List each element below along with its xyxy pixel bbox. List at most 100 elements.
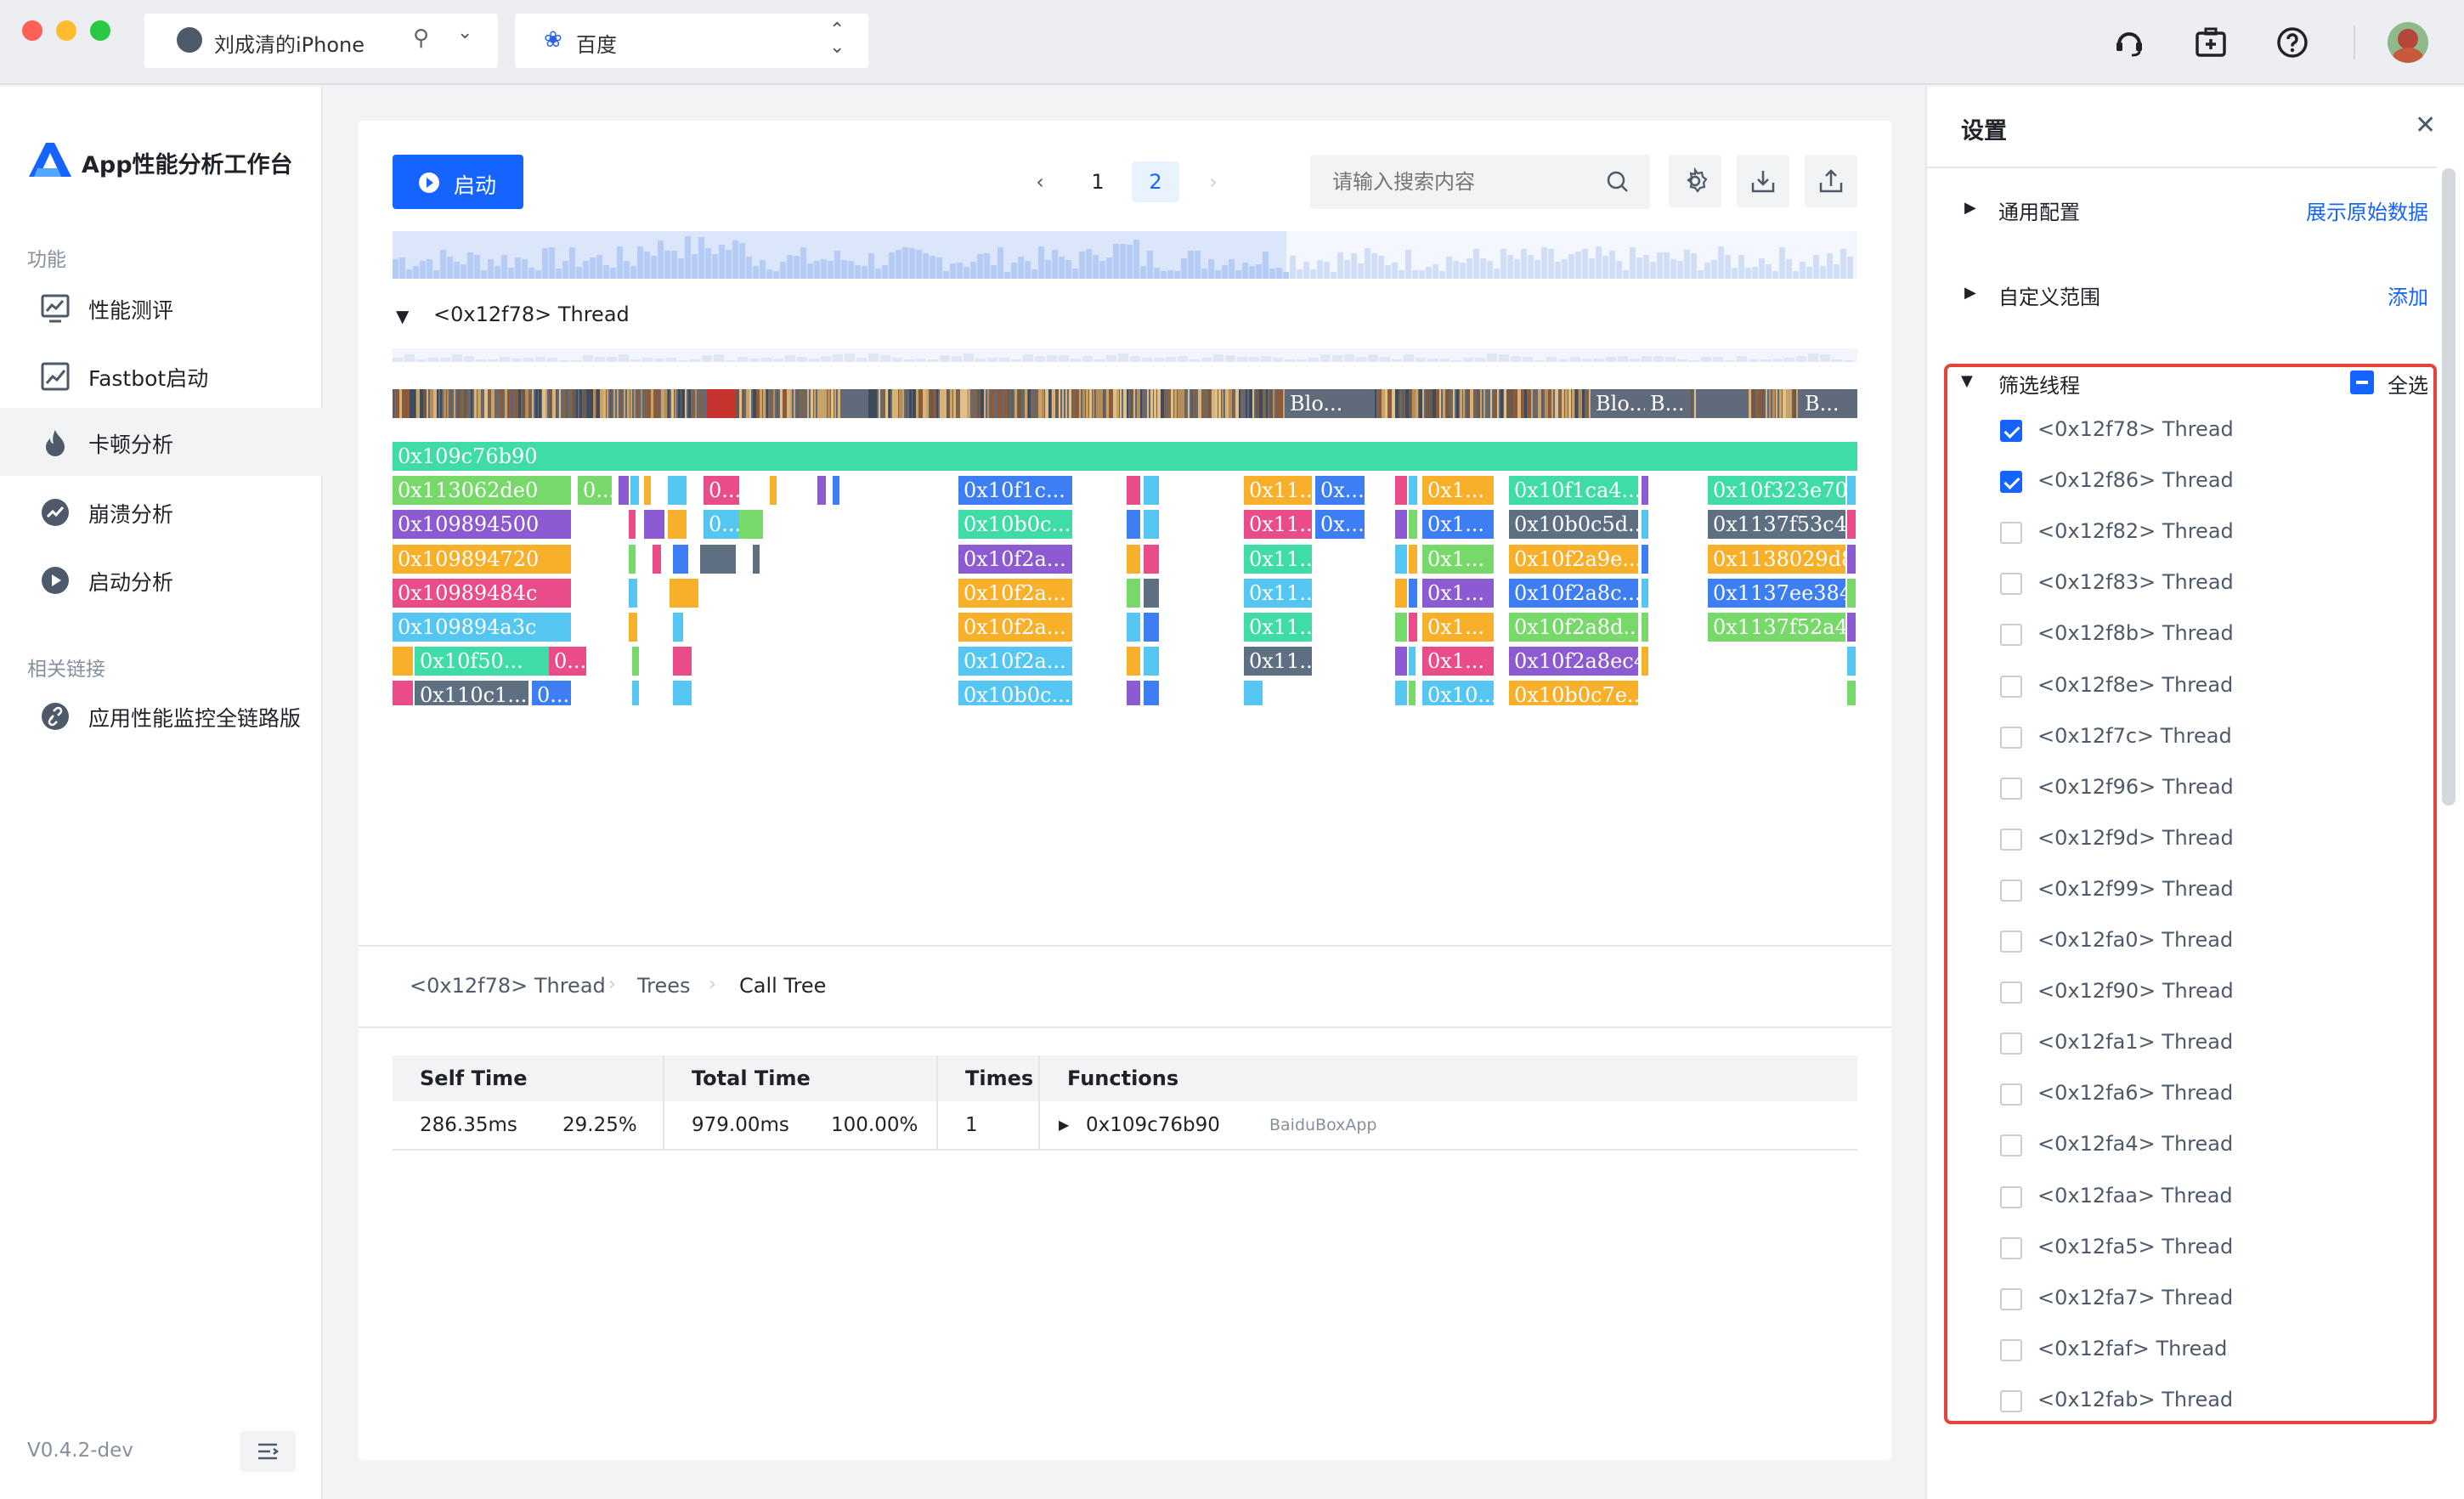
flame-frame-sliver[interactable] <box>668 510 687 540</box>
flame-frame[interactable]: 0x1... <box>1422 647 1494 676</box>
flame-frame[interactable]: 0x11... <box>1244 544 1312 574</box>
thread-checkbox[interactable] <box>2000 573 2022 596</box>
flame-frame[interactable]: 0... <box>704 476 739 506</box>
page-1-button[interactable]: 1 <box>1079 163 1116 201</box>
thread-filter-row[interactable]: <0x12fa0> Thread <box>1927 917 2428 968</box>
thread-filter-row[interactable]: <0x12fa5> Thread <box>1927 1224 2428 1275</box>
app-select[interactable]: ❀ 百度 ⌃ ⌄ <box>515 14 868 68</box>
flame-frame-sliver[interactable] <box>629 544 636 574</box>
flame-frame-sliver[interactable] <box>833 476 839 506</box>
flame-frame[interactable]: 0x11... <box>1244 613 1312 642</box>
thread-filter-row[interactable]: <0x12f86> Thread <box>1927 457 2428 508</box>
thread-filter-row[interactable]: <0x12f8e> Thread <box>1927 662 2428 713</box>
thread-filter-row[interactable]: <0x12f90> Thread <box>1927 968 2428 1019</box>
flame-frame-sliver[interactable] <box>1395 544 1407 574</box>
flame-frame-sliver[interactable] <box>1395 510 1407 540</box>
flame-frame-sliver[interactable] <box>1127 578 1140 608</box>
flame-frame[interactable]: 0x10b0c... <box>958 681 1072 705</box>
flame-frame[interactable]: 0... <box>549 647 586 676</box>
flame-frame[interactable]: 0x11... <box>1244 476 1312 506</box>
general-config-toggle[interactable]: 通用配置 <box>1998 195 2080 225</box>
flame-graph[interactable]: 0x109c76b900x113062de00...0...0x10f1c...… <box>393 442 1857 705</box>
flame-frame-sliver[interactable] <box>670 578 698 608</box>
thread-filter-row[interactable]: <0x12fa1> Thread <box>1927 1019 2428 1070</box>
thread-filter-row[interactable]: <0x12f83> Thread <box>1927 559 2428 610</box>
flame-frame[interactable]: 0x10b0c5d... <box>1509 510 1638 540</box>
flame-frame[interactable]: 0x10f2a9e... <box>1509 544 1638 574</box>
flame-frame-sliver[interactable] <box>1409 681 1416 705</box>
flame-frame-sliver[interactable] <box>619 476 629 506</box>
flame-frame-sliver[interactable] <box>1127 647 1140 676</box>
flame-frame[interactable]: 0x10989484c <box>393 578 571 608</box>
flame-frame[interactable]: 0x10f1ca4... <box>1509 476 1638 506</box>
thread-checkbox[interactable] <box>2000 931 2022 953</box>
headset-icon[interactable] <box>2107 20 2151 65</box>
page-2-button[interactable]: 2 <box>1132 161 1179 202</box>
flame-frame-sliver[interactable] <box>1127 476 1140 506</box>
flame-frame[interactable]: 0x1... <box>1422 510 1494 540</box>
breadcrumb-trees[interactable]: Trees <box>637 974 691 998</box>
search-box[interactable] <box>1310 155 1650 209</box>
minimize-window-button[interactable] <box>56 20 76 41</box>
close-window-button[interactable] <box>22 20 42 41</box>
flame-frame[interactable]: 0x1... <box>1422 578 1494 608</box>
flame-frame-sliver[interactable] <box>673 647 692 676</box>
flame-frame-sliver[interactable] <box>668 476 687 506</box>
flame-frame[interactable]: 0x10f2a... <box>958 613 1072 642</box>
flame-frame[interactable]: 0x1137f53c4 <box>1708 510 1845 540</box>
next-page-button[interactable]: › <box>1195 163 1232 201</box>
sidebar-item-fastbot[interactable]: Fastbot启动 <box>0 342 323 410</box>
flame-frame-sliver[interactable] <box>739 510 763 540</box>
thread-filter-row[interactable]: <0x12fab> Thread <box>1927 1377 2428 1428</box>
settings-button[interactable] <box>1669 155 1721 207</box>
flame-frame[interactable]: 0x10f1c... <box>958 476 1072 506</box>
flame-frame-sliver[interactable] <box>629 613 637 642</box>
flame-frame[interactable]: 0x10b0c7e... <box>1509 681 1638 705</box>
thread-checkbox[interactable] <box>2000 1032 2022 1055</box>
flame-frame-sliver[interactable] <box>1642 544 1648 574</box>
flame-frame[interactable]: 0... <box>578 476 612 506</box>
flame-frame-sliver[interactable] <box>1642 476 1648 506</box>
flame-frame-sliver[interactable] <box>629 578 637 608</box>
thread-checkbox[interactable] <box>2000 624 2022 647</box>
flame-frame[interactable]: 0x10f2a... <box>958 544 1072 574</box>
flame-frame-sliver[interactable] <box>630 476 639 506</box>
flame-frame-sliver[interactable] <box>673 681 692 705</box>
thread-filter-row[interactable]: <0x12f8b> Thread <box>1927 610 2428 661</box>
flame-frame-sliver[interactable] <box>1847 510 1856 540</box>
flame-frame-sliver[interactable] <box>1395 613 1407 642</box>
flame-frame-sliver[interactable] <box>1144 647 1159 676</box>
flame-frame-sliver[interactable] <box>632 647 639 676</box>
flame-frame-sliver[interactable] <box>1409 476 1417 506</box>
flame-frame-sliver[interactable] <box>1127 681 1140 705</box>
flame-frame[interactable]: 0x11... <box>1244 510 1312 540</box>
collapse-sidebar-button[interactable] <box>240 1431 296 1472</box>
medical-kit-icon[interactable] <box>2189 20 2233 65</box>
flame-frame-sliver[interactable] <box>770 476 777 506</box>
flame-frame-sliver[interactable] <box>1409 613 1417 642</box>
flame-frame-sliver[interactable] <box>1127 510 1140 540</box>
thread-filter-row[interactable]: <0x12f78> Thread <box>1927 406 2428 457</box>
flame-frame[interactable]: 0x11... <box>1244 647 1312 676</box>
flame-frame-sliver[interactable] <box>393 681 413 705</box>
thread-checkbox[interactable] <box>2000 828 2022 851</box>
flame-frame-sliver[interactable] <box>1409 510 1417 540</box>
flame-frame-sliver[interactable] <box>1144 476 1159 506</box>
flame-frame-sliver[interactable] <box>1847 681 1856 705</box>
custom-range-toggle[interactable]: 自定义范围 <box>1998 280 2100 310</box>
thread-filter-row[interactable]: <0x12fa4> Thread <box>1927 1121 2428 1172</box>
flame-frame-sliver[interactable] <box>1642 613 1648 642</box>
select-all-checkbox[interactable] <box>2350 371 2374 394</box>
flame-frame[interactable]: 0x10f2a8d... <box>1509 613 1638 642</box>
start-button[interactable]: 启动 <box>393 155 523 209</box>
flame-frame[interactable]: 0x1... <box>1422 613 1494 642</box>
flame-frame[interactable]: 0x11... <box>1244 578 1312 608</box>
flame-frame[interactable]: 0x1138029d8 <box>1708 544 1845 574</box>
thread-checkbox[interactable] <box>2000 1134 2022 1157</box>
flame-frame-sliver[interactable] <box>1144 613 1159 642</box>
thread-checkbox[interactable] <box>2000 1083 2022 1106</box>
flame-frame-sliver[interactable] <box>1409 578 1417 608</box>
thread-checkbox[interactable] <box>2000 1338 2022 1361</box>
thread-checkbox[interactable] <box>2000 1389 2022 1412</box>
flame-frame[interactable]: 0x10f2a... <box>958 647 1072 676</box>
